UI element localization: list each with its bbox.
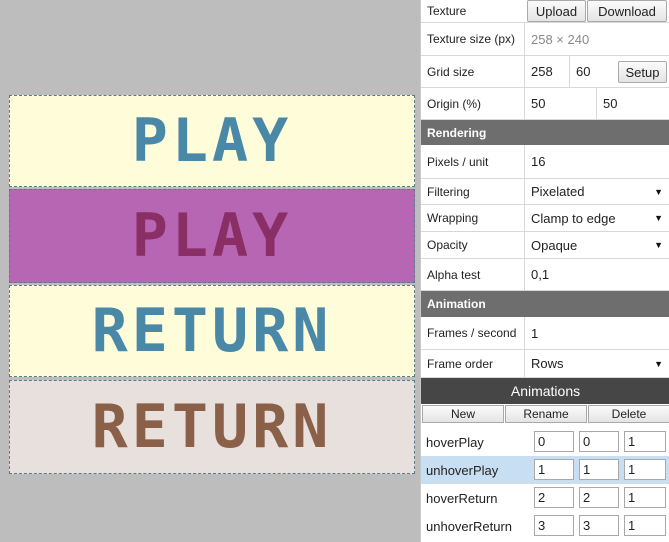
grid-width-input[interactable]: 258 [524,56,569,87]
frame-text: PLAY [131,106,293,176]
animation-name: unhoverReturn [426,518,512,534]
frame-order-label: Frame order [427,356,494,371]
animation-name: hoverPlay [426,434,484,450]
upload-button[interactable]: Upload [527,0,586,22]
animation-end-input[interactable]: 2 [579,487,619,508]
grid-height-input[interactable]: 60 [569,56,614,87]
animation-item[interactable]: unhoverReturn 3 3 1 [421,512,669,540]
frame-order-row: Frame order Rows ▼ [421,350,669,378]
animation-item[interactable]: hoverPlay 0 0 1 [421,428,669,456]
caret-down-icon: ▼ [654,213,663,223]
animation-item[interactable]: hoverReturn 2 2 1 [421,484,669,512]
sprite-frame-3[interactable]: RETURN [9,380,415,474]
animation-end-input[interactable]: 0 [579,431,619,452]
caret-down-icon: ▼ [654,358,663,369]
opacity-value: Opaque [531,237,578,253]
origin-label: Origin (%) [427,96,482,111]
frame-order-value: Rows [531,356,564,371]
caret-down-icon: ▼ [654,186,663,197]
origin-x-input[interactable]: 50 [524,88,596,119]
filtering-value: Pixelated [531,184,585,199]
animation-end-input[interactable]: 1 [579,459,619,480]
animation-start-input[interactable]: 0 [534,431,574,452]
sprite-frame-0[interactable]: PLAY [9,95,415,187]
animation-start-input[interactable]: 1 [534,459,574,480]
texture-label: Texture [427,4,467,18]
properties-panel: Texture Upload Download Texture size (px… [420,0,669,542]
frame-text: PLAY [131,201,293,271]
filtering-row: Filtering Pixelated ▼ [421,179,669,205]
new-animation-button[interactable]: New [422,405,504,423]
frames-per-second-row: Frames / second 1 [421,317,669,350]
origin-row: Origin (%) 50 50 [421,88,669,120]
alpha-test-row: Alpha test 0,1 [421,259,669,291]
caret-down-icon: ▼ [654,240,663,250]
opacity-label: Opacity [427,238,468,252]
frames-per-second-label: Frames / second [427,326,517,340]
animation-section-header: Animation [421,291,669,317]
animation-end-input[interactable]: 3 [579,515,619,536]
animation-speed-input[interactable]: 1 [624,515,666,536]
pixels-per-unit-input[interactable]: 16 [524,145,669,178]
texture-size-row: Texture size (px) 258 × 240 [421,23,669,56]
pixels-per-unit-row: Pixels / unit 16 [421,145,669,179]
wrapping-row: Wrapping Clamp to edge ▼ [421,205,669,232]
wrapping-label: Wrapping [427,211,479,225]
rendering-section-header: Rendering [421,120,669,145]
alpha-test-input[interactable]: 0,1 [524,259,669,290]
animation-start-input[interactable]: 2 [534,487,574,508]
setup-button[interactable]: Setup [618,61,667,83]
wrapping-value: Clamp to edge [531,210,616,226]
frames-per-second-input[interactable]: 1 [524,317,669,349]
animation-name: hoverReturn [426,490,498,506]
pixels-per-unit-label: Pixels / unit [427,154,489,169]
download-button[interactable]: Download [587,0,667,22]
texture-size-label: Texture size (px) [427,32,516,46]
sprite-frame-2[interactable]: RETURN [9,285,415,377]
animations-header: Animations [421,378,669,404]
rename-animation-button[interactable]: Rename [505,405,587,423]
delete-animation-button[interactable]: Delete [588,405,669,423]
frame-text: RETURN [91,296,333,366]
texture-size-value: 258 × 240 [524,23,669,55]
filtering-label: Filtering [427,184,470,199]
grid-size-row: Grid size 258 60 Setup [421,56,669,88]
frame-text: RETURN [91,392,333,462]
opacity-select[interactable]: Opaque ▼ [524,232,669,258]
frame-order-select[interactable]: Rows ▼ [524,350,669,377]
animation-item-selected[interactable]: unhoverPlay 1 1 1 [421,456,669,484]
alpha-test-label: Alpha test [427,267,481,282]
origin-y-input[interactable]: 50 [596,88,669,119]
animation-start-input[interactable]: 3 [534,515,574,536]
wrapping-select[interactable]: Clamp to edge ▼ [524,205,669,231]
texture-preview-canvas[interactable]: PLAY PLAY RETURN RETURN [0,0,420,542]
animation-name: unhoverPlay [426,462,499,478]
animation-speed-input[interactable]: 1 [624,431,666,452]
texture-row: Texture Upload Download [421,0,669,23]
opacity-row: Opacity Opaque ▼ [421,232,669,259]
filtering-select[interactable]: Pixelated ▼ [524,179,669,204]
animation-speed-input[interactable]: 1 [624,487,666,508]
grid-size-label: Grid size [427,64,475,79]
sprite-frame-1[interactable]: PLAY [9,189,415,283]
animation-speed-input[interactable]: 1 [624,459,666,480]
